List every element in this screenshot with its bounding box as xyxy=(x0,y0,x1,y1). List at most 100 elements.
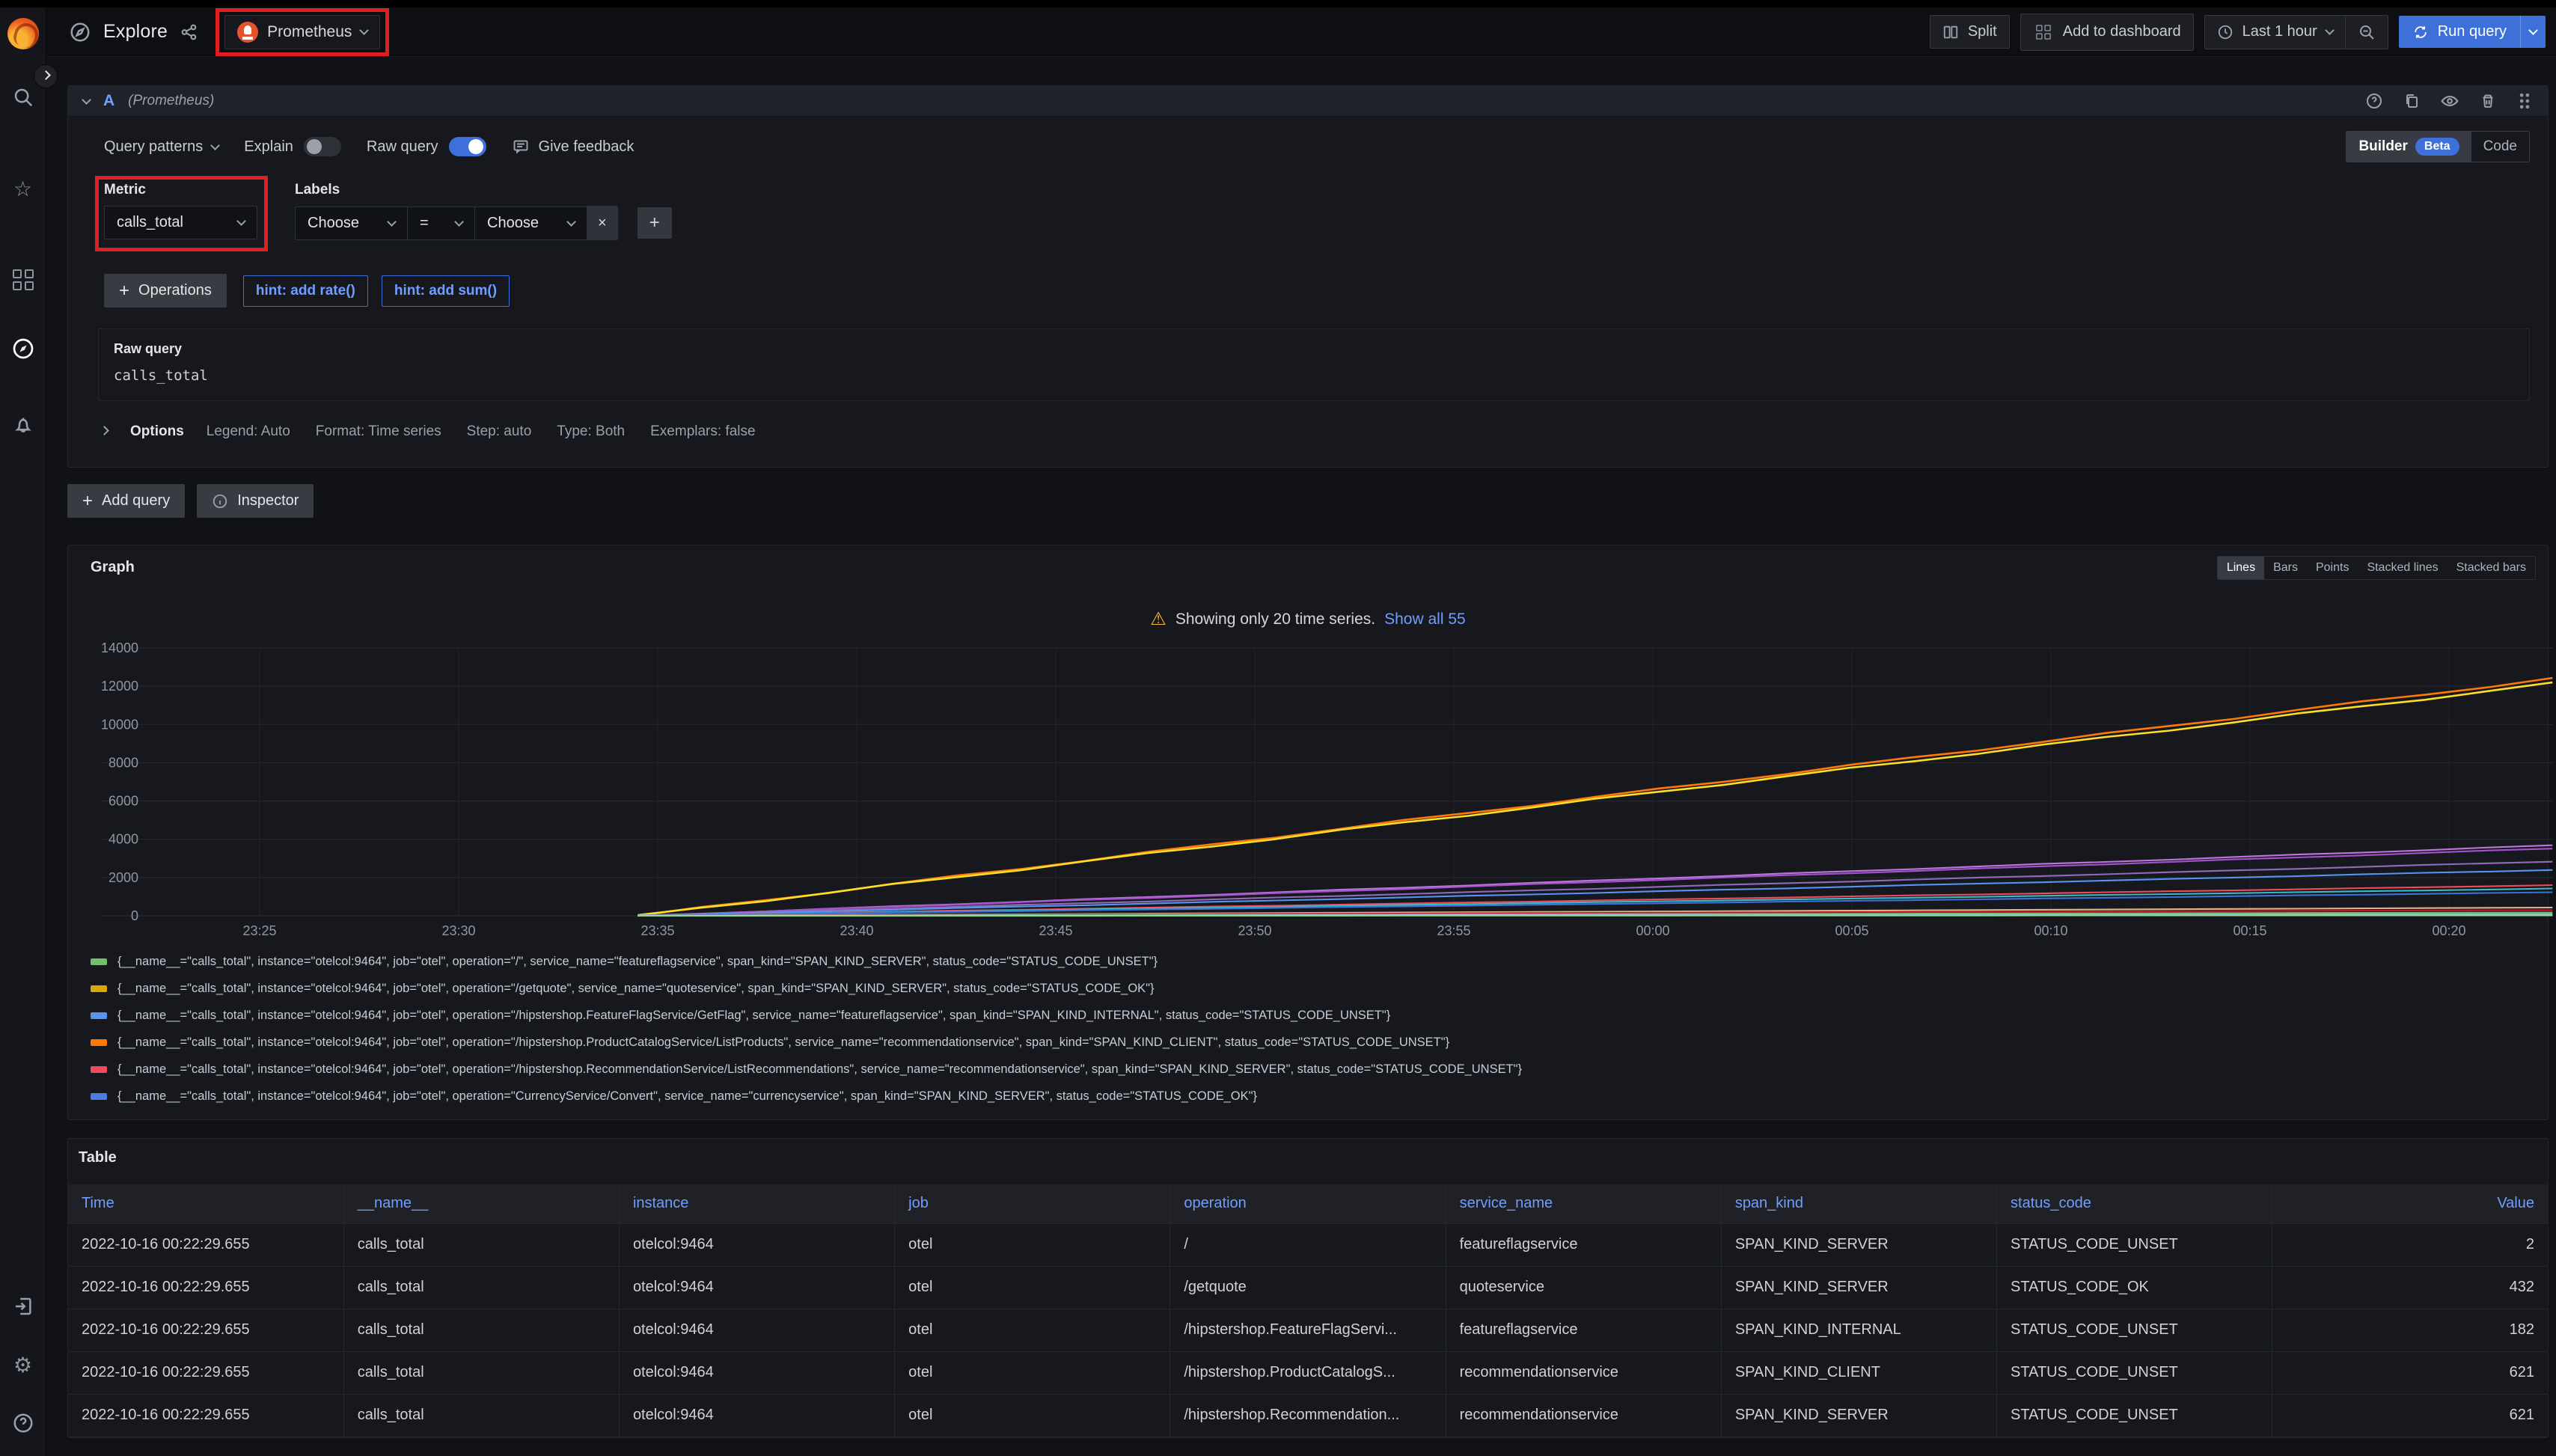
grafana-logo[interactable] xyxy=(7,18,39,49)
table-cell: calls_total xyxy=(343,1394,619,1437)
prometheus-icon xyxy=(237,22,258,43)
options-expand-chevron[interactable] xyxy=(100,426,109,435)
query-options-row[interactable]: Options Legend: AutoFormat: Time seriesS… xyxy=(98,416,2530,447)
show-all-series-link[interactable]: Show all 55 xyxy=(1384,611,1466,628)
table-cell: quoteservice xyxy=(1446,1266,1721,1309)
legend-item-1[interactable]: {__name__="calls_total", instance="otelc… xyxy=(91,975,2536,1002)
query-option-summary-3: Type: Both xyxy=(557,423,625,440)
raw-query-preview: Raw query calls_total xyxy=(98,328,2530,401)
run-query-caret[interactable] xyxy=(2520,16,2546,48)
label-operator-select[interactable]: = xyxy=(407,207,474,240)
legend-item-0[interactable]: {__name__="calls_total", instance="otelc… xyxy=(91,948,2536,975)
query-option-summary-4: Exemplars: false xyxy=(650,423,755,440)
zoom-out-time-button[interactable] xyxy=(2346,15,2388,49)
search-icon[interactable] xyxy=(10,84,37,111)
run-query-button[interactable]: Run query xyxy=(2399,16,2546,48)
query-datasource-hint: (Prometheus) xyxy=(128,93,214,109)
table-cell: 2022-10-16 00:22:29.655 xyxy=(68,1394,343,1437)
settings-gear-icon[interactable]: ⚙ xyxy=(10,1351,37,1378)
query-help-icon[interactable] xyxy=(2365,92,2383,110)
labels-label: Labels xyxy=(295,182,672,198)
table-cell: /hipstershop.Recommendation... xyxy=(1170,1394,1446,1437)
sign-in-icon[interactable] xyxy=(10,1293,37,1320)
explain-toggle[interactable] xyxy=(304,137,341,156)
drag-handle-icon[interactable] xyxy=(2516,91,2533,111)
collapse-chevron-icon[interactable] xyxy=(82,95,91,105)
legend-item-clipped[interactable]: {__name__="calls_total", instance="otelc… xyxy=(91,1110,2536,1116)
graph-style-tab-bars[interactable]: Bars xyxy=(2264,557,2307,579)
y-axis-tick: 10000 xyxy=(101,717,138,732)
table-row-1: 2022-10-16 00:22:29.655calls_totalotelco… xyxy=(68,1266,2548,1309)
operations-button[interactable]: + Operations xyxy=(104,274,227,308)
table-cell: 182 xyxy=(2272,1309,2548,1351)
hide-query-eye-icon[interactable] xyxy=(2440,91,2459,111)
explore-compass-icon[interactable] xyxy=(10,335,37,362)
add-to-dashboard-button[interactable]: Add to dashboard xyxy=(2020,13,2194,51)
add-query-button[interactable]: + Add query xyxy=(67,484,185,518)
graph-style-tab-stacked-bars[interactable]: Stacked bars xyxy=(2448,557,2535,579)
time-series-chart[interactable]: 0200040006000800010000120001400023:2523:… xyxy=(80,640,2556,940)
remove-label-button[interactable]: × xyxy=(587,206,618,240)
refresh-icon xyxy=(2412,24,2429,40)
table-row-0: 2022-10-16 00:22:29.655calls_totalotelco… xyxy=(68,1223,2548,1266)
table-cell: 621 xyxy=(2272,1351,2548,1394)
delete-query-trash-icon[interactable] xyxy=(2479,92,2497,110)
legend-series-label: {__name__="calls_total", instance="otelc… xyxy=(117,1036,1449,1050)
x-axis-tick: 23:25 xyxy=(242,923,276,938)
table-cell: SPAN_KIND_SERVER xyxy=(1721,1223,1996,1266)
legend-item-3[interactable]: {__name__="calls_total", instance="otelc… xyxy=(91,1029,2536,1056)
inspector-button[interactable]: Inspector xyxy=(197,484,314,518)
legend-item-5[interactable]: {__name__="calls_total", instance="otelc… xyxy=(91,1083,2536,1110)
table-cell: 2 xyxy=(2272,1223,2548,1266)
column-header-operation[interactable]: operation xyxy=(1170,1184,1446,1223)
datasource-name: Prometheus xyxy=(267,23,352,41)
column-header-servicename[interactable]: service_name xyxy=(1446,1184,1721,1223)
give-feedback-button[interactable]: Give feedback xyxy=(512,138,635,156)
raw-query-toggle[interactable] xyxy=(449,137,486,156)
builder-mode-tab[interactable]: Builder Beta xyxy=(2346,132,2471,162)
code-mode-tab[interactable]: Code xyxy=(2471,132,2529,161)
alerting-bell-icon[interactable] xyxy=(10,412,37,438)
graph-style-tab-stacked-lines[interactable]: Stacked lines xyxy=(2358,557,2447,579)
x-axis-tick: 23:50 xyxy=(1238,923,1271,938)
column-header-instance[interactable]: instance xyxy=(619,1184,894,1223)
legend-item-4[interactable]: {__name__="calls_total", instance="otelc… xyxy=(91,1056,2536,1083)
dashboards-icon[interactable] xyxy=(10,266,37,293)
plus-icon: + xyxy=(119,284,129,299)
column-header-statuscode[interactable]: status_code xyxy=(1997,1184,2272,1223)
table-cell: otelcol:9464 xyxy=(619,1266,894,1309)
datasource-picker[interactable]: Prometheus xyxy=(224,15,380,49)
time-range-picker[interactable]: Last 1 hour xyxy=(2204,15,2346,49)
sidebar-expand-button[interactable] xyxy=(34,64,58,88)
table-cell: 2022-10-16 00:22:29.655 xyxy=(68,1351,343,1394)
table-cell: otel xyxy=(895,1394,1170,1437)
table-cell: otel xyxy=(895,1266,1170,1309)
graph-style-tabs: LinesBarsPointsStacked linesStacked bars xyxy=(2217,556,2536,580)
table-cell: SPAN_KIND_INTERNAL xyxy=(1721,1309,1996,1351)
metric-select[interactable]: calls_total xyxy=(104,206,257,239)
column-header-Value[interactable]: Value xyxy=(2272,1184,2548,1223)
info-icon xyxy=(212,493,228,510)
label-key-select[interactable]: Choose xyxy=(295,207,407,240)
starred-icon[interactable]: ☆ xyxy=(10,175,37,202)
query-hint-button-0[interactable]: hint: add rate() xyxy=(243,275,368,307)
query-row-header[interactable]: A (Prometheus) xyxy=(68,86,2548,116)
share-icon[interactable] xyxy=(180,22,199,42)
column-header-Time[interactable]: Time xyxy=(68,1184,343,1223)
graph-style-tab-lines[interactable]: Lines xyxy=(2218,557,2264,579)
table-cell: SPAN_KIND_SERVER xyxy=(1721,1394,1996,1437)
column-header-job[interactable]: job xyxy=(895,1184,1170,1223)
legend-item-2[interactable]: {__name__="calls_total", instance="otelc… xyxy=(91,1002,2536,1029)
y-axis-tick: 2000 xyxy=(108,870,138,885)
help-icon[interactable] xyxy=(10,1410,37,1437)
copy-query-icon[interactable] xyxy=(2403,92,2421,110)
column-header-spankind[interactable]: span_kind xyxy=(1721,1184,1996,1223)
graph-style-tab-points[interactable]: Points xyxy=(2307,557,2358,579)
add-label-button[interactable]: + xyxy=(638,207,672,239)
column-header-name[interactable]: __name__ xyxy=(343,1184,619,1223)
top-strip xyxy=(0,0,2556,7)
query-hint-button-1[interactable]: hint: add sum() xyxy=(382,275,510,307)
split-button[interactable]: Split xyxy=(1930,15,2010,49)
label-value-select[interactable]: Choose xyxy=(474,207,587,240)
query-patterns-dropdown[interactable]: Query patterns xyxy=(104,138,218,156)
